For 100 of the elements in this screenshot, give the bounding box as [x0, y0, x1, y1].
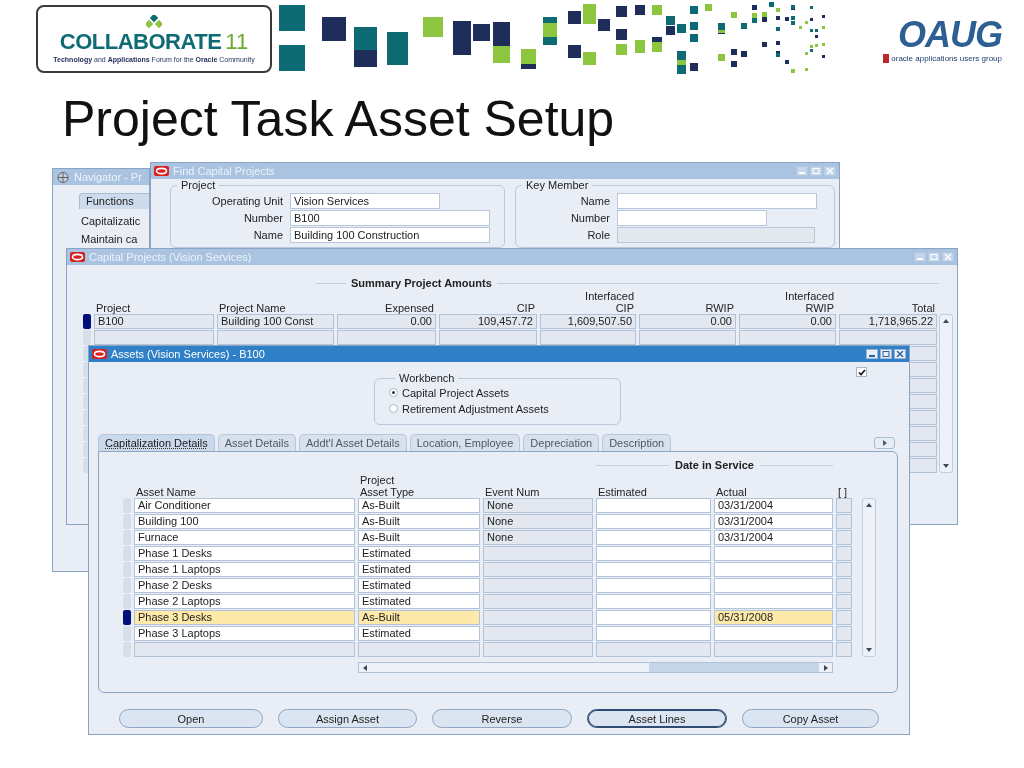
field-label: Role	[586, 228, 610, 241]
group-title: Workbench	[399, 372, 455, 384]
action-button[interactable]: Copy Asset	[742, 709, 879, 728]
list-item[interactable]: Capitalizatic	[81, 215, 149, 227]
up-arrow-icon[interactable]	[942, 318, 950, 324]
logo-tagline: oracle applications users group	[883, 54, 1002, 63]
text-field[interactable]	[617, 209, 767, 226]
up-arrow-icon[interactable]	[865, 502, 873, 508]
down-arrow-icon[interactable]	[865, 647, 873, 653]
column-header: Estimated	[597, 486, 648, 498]
window-title: Navigator - Pr	[74, 171, 142, 183]
section-heading: Date in Service	[675, 459, 754, 471]
table-cell: As-Built	[358, 530, 480, 545]
right-arrow-icon[interactable]	[823, 663, 829, 672]
table-cell: Phase 3 Laptops	[134, 626, 355, 641]
tab[interactable]: Depreciation	[523, 434, 600, 451]
scroll-right-button[interactable]	[874, 437, 895, 449]
table-cell: 0.00	[639, 314, 736, 329]
text-field[interactable]	[617, 192, 817, 209]
action-button[interactable]: Assign Asset	[278, 709, 417, 728]
table-cell: 109,457.72	[439, 314, 537, 329]
scrollbar[interactable]	[358, 662, 833, 673]
table-cell: As-Built	[358, 498, 480, 513]
column-header: RWIP	[704, 302, 735, 314]
table-cell	[836, 610, 852, 625]
field-label: Number	[569, 211, 610, 224]
row-indicator[interactable]	[83, 314, 91, 329]
table-cell	[836, 594, 852, 609]
table-cell: Phase 2 Desks	[134, 578, 355, 593]
text-field[interactable]: Building 100 Construction	[290, 226, 490, 243]
section-heading: Summary Project Amounts	[351, 277, 492, 289]
tab[interactable]: Asset Details	[217, 434, 296, 451]
table-cell	[836, 562, 852, 577]
tab[interactable]: Functions	[79, 193, 149, 209]
text-field[interactable]	[617, 226, 815, 243]
tab[interactable]: Description	[602, 434, 672, 451]
window-title: Capital Projects (Vision Services)	[89, 251, 252, 263]
row-indicator[interactable]	[123, 610, 131, 625]
left-arrow-icon[interactable]	[362, 663, 368, 672]
column-header: Actual	[715, 486, 748, 498]
tab[interactable]: Location, Employee	[409, 434, 521, 451]
group-title: Key Member	[526, 179, 589, 191]
column-header: Interfaced CIP	[584, 290, 635, 314]
column-header: Project Asset Type	[359, 474, 416, 498]
tab[interactable]: Capitalization Details	[98, 434, 215, 451]
text-field[interactable]: B100	[290, 209, 490, 226]
table-cell: Building 100 Const	[217, 314, 334, 329]
table-cell: Estimated	[358, 594, 480, 609]
radio-button[interactable]	[389, 388, 398, 397]
table-cell: Phase 1 Desks	[134, 546, 355, 561]
table-cell: Building 100	[134, 514, 355, 529]
column-header: [ ]	[837, 486, 849, 498]
close-icon[interactable]	[894, 349, 906, 359]
table-cell: Estimated	[358, 562, 480, 577]
table-cell: None	[483, 514, 593, 529]
scrollbar[interactable]	[939, 314, 953, 473]
checkbox[interactable]	[856, 367, 867, 377]
down-arrow-icon[interactable]	[942, 463, 950, 469]
window-title: Find Capital Projects	[173, 165, 275, 177]
oracle-icon	[154, 166, 169, 176]
column-header: Project Name	[218, 302, 287, 314]
column-header: Asset Name	[135, 486, 197, 498]
maximize-icon[interactable]	[880, 349, 892, 359]
table-cell: None	[483, 498, 593, 513]
radio-label: Capital Project Assets	[402, 386, 509, 399]
logo-name: COLLABORATE	[59, 29, 222, 55]
table-cell	[836, 626, 852, 641]
column-header: Expensed	[384, 302, 435, 314]
list-item[interactable]: Maintain ca	[81, 233, 149, 245]
group-title: Project	[181, 179, 216, 191]
column-header: Interfaced RWIP	[784, 290, 835, 314]
column-header: CIP	[515, 302, 536, 314]
tab[interactable]: Addt'l Asset Details	[298, 434, 407, 451]
action-button[interactable]: Reverse	[432, 709, 572, 728]
text-field[interactable]: Vision Services	[290, 192, 440, 209]
table-cell: Phase 2 Laptops	[134, 594, 355, 609]
table-cell: 1,609,507.50	[540, 314, 636, 329]
table-cell: 0.00	[739, 314, 836, 329]
table-cell: Furnace	[134, 530, 355, 545]
scrollbar[interactable]	[862, 498, 876, 657]
table-cell	[836, 546, 852, 561]
diamond-icon	[146, 15, 162, 28]
table-cell: None	[483, 530, 593, 545]
oracle-icon	[70, 252, 85, 262]
radio-button[interactable]	[389, 404, 398, 413]
table-cell	[836, 642, 852, 657]
column-header: Project	[95, 302, 132, 314]
scroll-thumb[interactable]	[649, 663, 819, 672]
slide-title: Project Task Asset Setup	[62, 90, 615, 148]
table-cell: As-Built	[358, 610, 480, 625]
action-button[interactable]: Open	[119, 709, 263, 728]
table-cell: 03/31/2004	[714, 498, 833, 513]
table-cell	[836, 530, 852, 545]
logo-name: OAUG	[898, 16, 1002, 54]
table-cell	[836, 578, 852, 593]
action-button[interactable]: Asset Lines	[587, 709, 727, 728]
column-header: Total	[910, 302, 936, 314]
minimize-icon[interactable]	[866, 349, 878, 359]
table-cell: Estimated	[358, 578, 480, 593]
window-title: Assets (Vision Services) - B100	[111, 348, 265, 360]
